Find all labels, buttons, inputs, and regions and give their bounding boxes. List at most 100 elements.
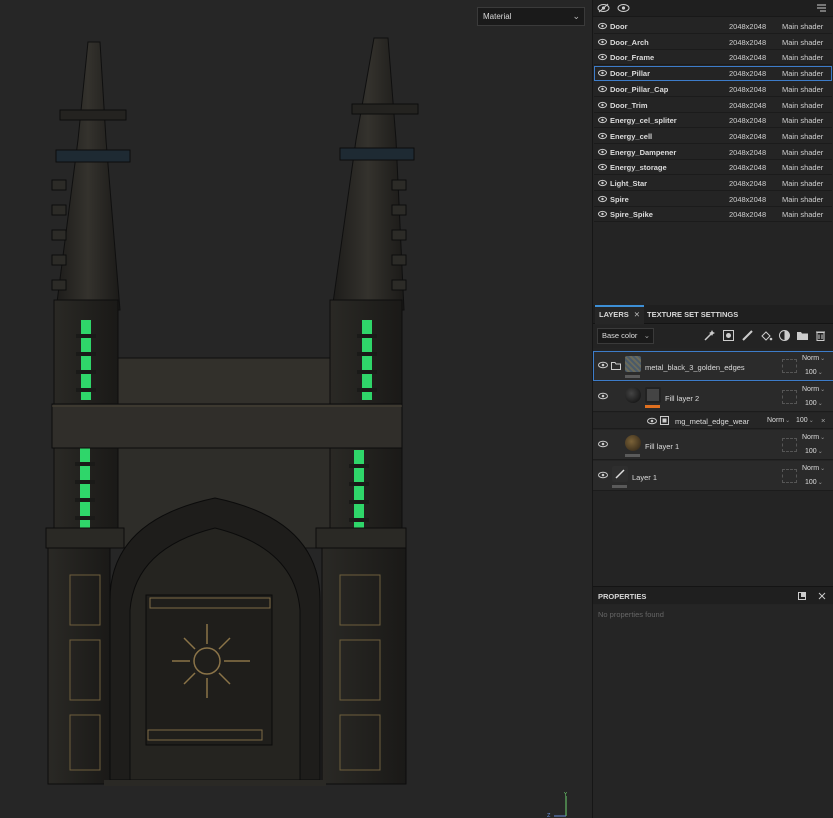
close-icon[interactable]: ✕ bbox=[634, 310, 640, 319]
texture-set-shader[interactable]: Main shader bbox=[782, 195, 823, 204]
mask-thumbnail[interactable] bbox=[645, 387, 661, 403]
texture-set-row[interactable]: Door_Pillar_Cap 2048x2048 Main shader bbox=[594, 82, 832, 97]
texture-set-shader[interactable]: Main shader bbox=[782, 101, 823, 110]
3d-viewport[interactable]: Material ⌄ Y Z bbox=[0, 0, 592, 818]
undock-icon[interactable] bbox=[798, 592, 806, 600]
blend-preview bbox=[782, 359, 797, 373]
close-icon[interactable] bbox=[818, 592, 826, 600]
opacity-field[interactable]: 100⌄ bbox=[805, 479, 823, 486]
blend-preview bbox=[782, 469, 797, 483]
eye-icon[interactable] bbox=[598, 22, 607, 30]
eye-icon[interactable] bbox=[598, 210, 607, 218]
texture-set-shader[interactable]: Main shader bbox=[782, 85, 823, 94]
texture-set-name: Door_Pillar_Cap bbox=[610, 84, 669, 94]
texture-set-shader[interactable]: Main shader bbox=[782, 38, 823, 47]
tab-layers-label: LAYERS bbox=[599, 310, 629, 319]
eye-icon[interactable] bbox=[598, 69, 607, 77]
close-icon[interactable]: × bbox=[821, 416, 825, 425]
add-folder-icon[interactable] bbox=[796, 329, 809, 342]
right-panel: Door 2048x2048 Main shader Door_Arch 2048x20… bbox=[592, 0, 833, 818]
texture-set-shader[interactable]: Main shader bbox=[782, 53, 823, 62]
opacity-field[interactable]: 100⌄ bbox=[805, 448, 823, 455]
mask-generator-row[interactable]: mg_metal_edge_wear Norm⌄ 100⌄ × bbox=[593, 413, 833, 429]
add-paint-layer-icon[interactable] bbox=[741, 329, 754, 342]
chevron-down-icon: ⌄ bbox=[572, 11, 580, 21]
layer-row-group[interactable]: metal_black_3_golden_edges Norm⌄ 100⌄ bbox=[593, 351, 833, 381]
opacity-value: 100 bbox=[805, 479, 817, 486]
texture-set-row[interactable]: Spire 2048x2048 Main shader bbox=[594, 192, 832, 207]
eye-toggle-all-icon[interactable] bbox=[597, 2, 610, 14]
eye-icon[interactable] bbox=[617, 2, 630, 14]
texture-set-row[interactable]: Energy_storage 2048x2048 Main shader bbox=[594, 160, 832, 176]
layer-row-fill-2[interactable]: Fill layer 2 Norm⌄ 100⌄ bbox=[593, 382, 833, 412]
texture-set-name: Energy_cell bbox=[610, 131, 653, 141]
eye-icon[interactable] bbox=[598, 163, 607, 171]
texture-set-row[interactable]: Door_Trim 2048x2048 Main shader bbox=[594, 98, 832, 113]
blend-mode-dropdown[interactable]: Norm⌄ bbox=[802, 465, 825, 472]
delete-layer-icon[interactable] bbox=[814, 329, 827, 342]
add-effect-icon[interactable] bbox=[703, 329, 716, 342]
texture-set-row[interactable]: Door_Pillar 2048x2048 Main shader bbox=[594, 66, 832, 82]
layer-thumbnail bbox=[625, 356, 641, 372]
texture-set-resolution: 2048x2048 bbox=[729, 163, 767, 173]
tab-texture-set-settings[interactable]: TEXTURE SET SETTINGS bbox=[643, 305, 742, 324]
channel-dropdown[interactable]: Base color ⌄ bbox=[597, 328, 654, 344]
blend-mode-dropdown[interactable]: Norm⌄ bbox=[767, 417, 790, 424]
texture-set-shader[interactable]: Main shader bbox=[782, 132, 823, 141]
view-mode-dropdown[interactable]: Material ⌄ bbox=[477, 7, 585, 26]
tab-layers[interactable]: LAYERS ✕ bbox=[595, 305, 645, 324]
eye-icon[interactable] bbox=[598, 132, 607, 140]
eye-icon[interactable] bbox=[598, 101, 607, 109]
layer-row-fill-1[interactable]: Fill layer 1 Norm⌄ 100⌄ bbox=[593, 430, 833, 460]
eye-icon[interactable] bbox=[598, 361, 608, 369]
texture-set-name: Door_Trim bbox=[610, 100, 648, 110]
blend-mode-dropdown[interactable]: Norm⌄ bbox=[802, 434, 825, 441]
texture-set-row[interactable]: Light_Star 2048x2048 Main shader bbox=[594, 176, 832, 191]
door-model bbox=[45, 37, 419, 786]
menu-icon[interactable] bbox=[815, 2, 828, 14]
smart-material-icon[interactable] bbox=[778, 329, 791, 342]
eye-icon[interactable] bbox=[598, 179, 607, 187]
texture-set-row[interactable]: Energy_cel_spliter 2048x2048 Main shader bbox=[594, 113, 832, 129]
blend-mode-label: Norm bbox=[802, 434, 820, 441]
texture-set-shader[interactable]: Main shader bbox=[782, 148, 823, 157]
texture-set-row[interactable]: Door_Arch 2048x2048 Main shader bbox=[594, 35, 832, 50]
eye-icon[interactable] bbox=[598, 38, 607, 46]
texture-set-shader[interactable]: Main shader bbox=[782, 179, 823, 188]
eye-icon[interactable] bbox=[598, 440, 608, 448]
chevron-down-icon: ⌄ bbox=[820, 387, 826, 393]
blend-mode-label: Norm bbox=[802, 355, 820, 362]
texture-set-shader[interactable]: Main shader bbox=[782, 210, 823, 219]
eye-icon[interactable] bbox=[598, 85, 607, 93]
add-fill-layer-icon[interactable] bbox=[760, 329, 773, 342]
eye-icon[interactable] bbox=[598, 148, 607, 156]
texture-set-row[interactable]: Energy_Dampener 2048x2048 Main shader bbox=[594, 145, 832, 160]
texture-set-shader[interactable]: Main shader bbox=[782, 69, 823, 78]
layer-row-paint[interactable]: Layer 1 Norm⌄ 100⌄ bbox=[593, 461, 833, 491]
chevron-down-icon: ⌄ bbox=[820, 356, 826, 362]
layer-name: Fill layer 2 bbox=[665, 394, 700, 403]
eye-icon[interactable] bbox=[598, 195, 607, 203]
folder-icon bbox=[611, 362, 621, 370]
texture-set-row[interactable]: Spire_Spike 2048x2048 Main shader bbox=[594, 207, 832, 223]
opacity-field[interactable]: 100⌄ bbox=[796, 417, 814, 424]
texture-set-row[interactable]: Door_Frame 2048x2048 Main shader bbox=[594, 50, 832, 66]
eye-icon[interactable] bbox=[598, 116, 607, 124]
generator-name: mg_metal_edge_wear bbox=[675, 417, 750, 426]
eye-icon[interactable] bbox=[598, 53, 607, 61]
eye-icon[interactable] bbox=[647, 417, 657, 425]
texture-set-shader[interactable]: Main shader bbox=[782, 22, 823, 31]
opacity-field[interactable]: 100⌄ bbox=[805, 400, 823, 407]
add-mask-icon[interactable] bbox=[722, 329, 735, 342]
texture-set-shader[interactable]: Main shader bbox=[782, 116, 823, 125]
texture-set-row[interactable]: Energy_cell 2048x2048 Main shader bbox=[594, 129, 832, 144]
texture-set-row[interactable]: Door 2048x2048 Main shader bbox=[594, 19, 832, 34]
blend-mode-dropdown[interactable]: Norm⌄ bbox=[802, 355, 825, 362]
eye-icon[interactable] bbox=[598, 471, 608, 479]
texture-set-name: Door bbox=[610, 22, 628, 31]
blend-mode-dropdown[interactable]: Norm⌄ bbox=[802, 386, 825, 393]
texture-set-shader[interactable]: Main shader bbox=[782, 163, 823, 172]
view-mode-label: Material bbox=[483, 12, 512, 21]
opacity-field[interactable]: 100⌄ bbox=[805, 369, 823, 376]
eye-icon[interactable] bbox=[598, 392, 608, 400]
